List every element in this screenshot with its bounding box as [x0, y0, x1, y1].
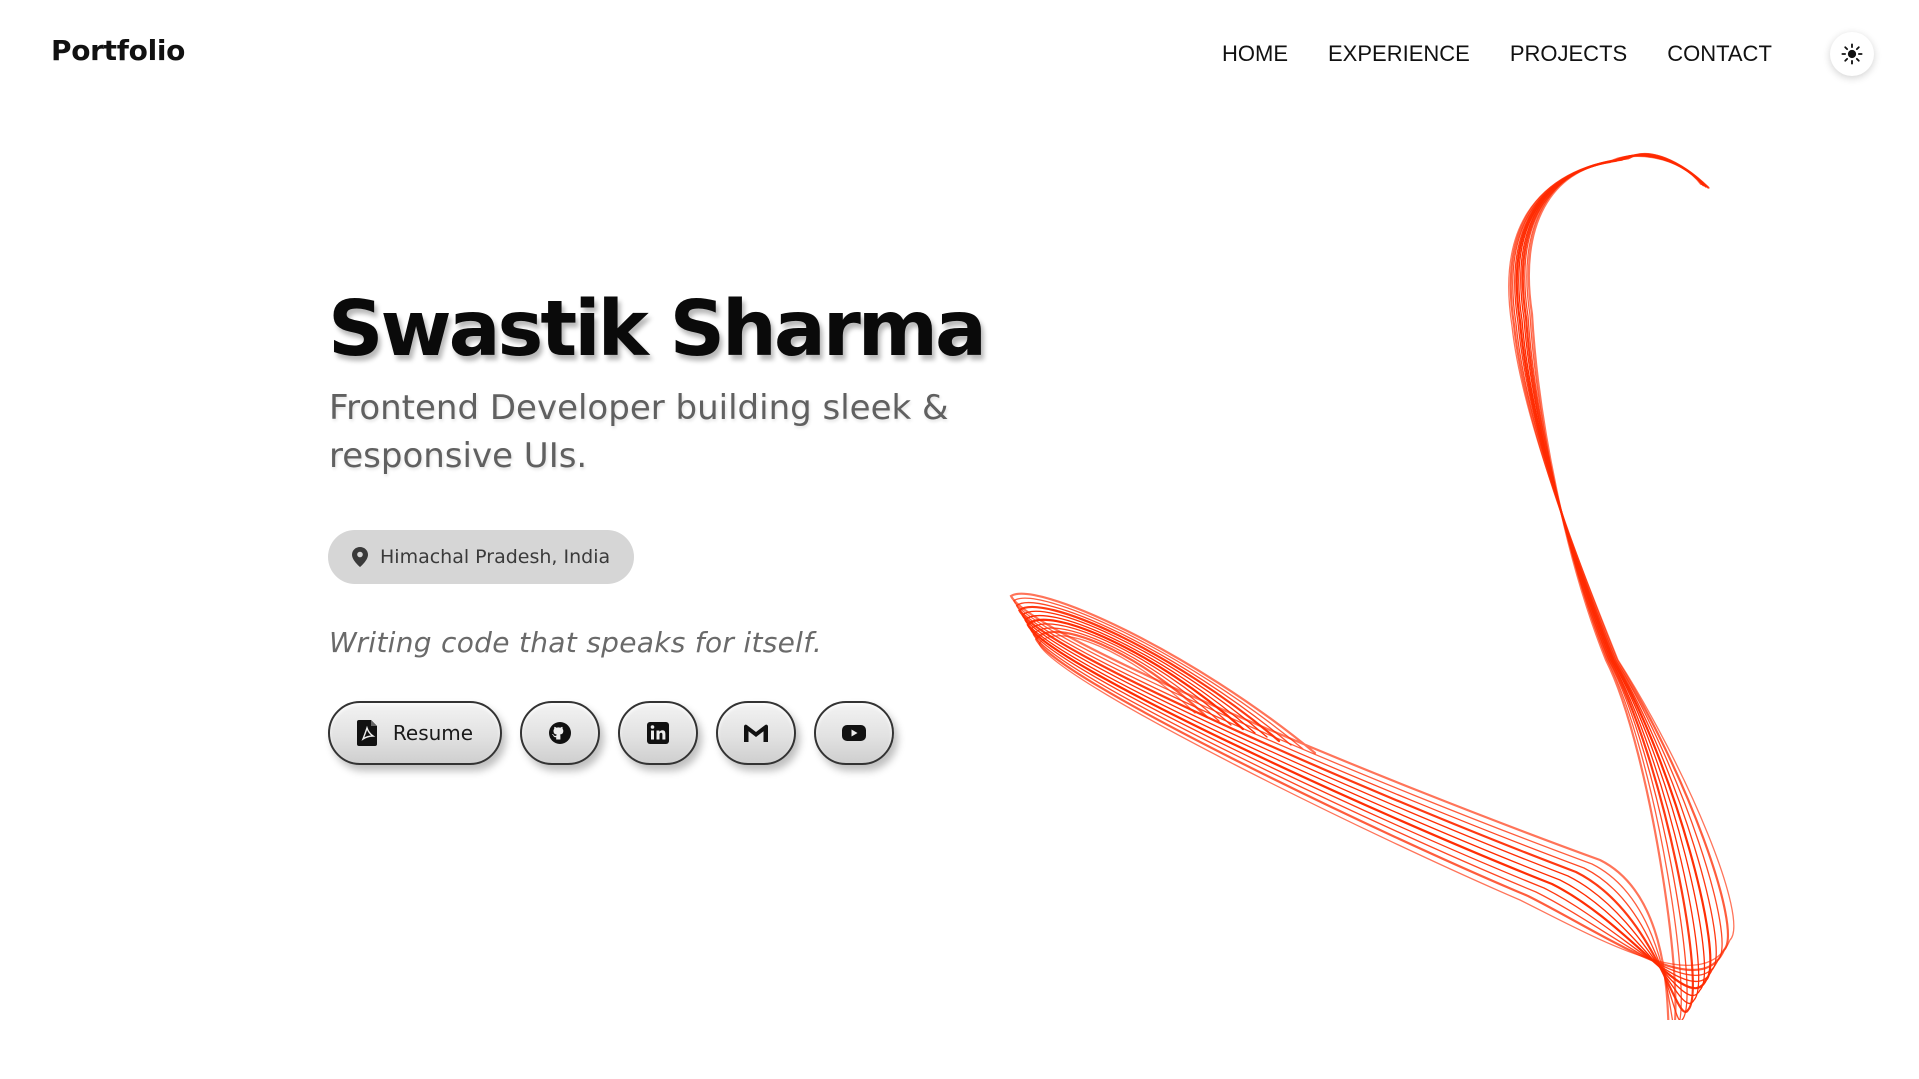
nav-home[interactable]: HOME: [1222, 40, 1288, 68]
ribbon-strand: [1012, 155, 1703, 1020]
github-link[interactable]: [520, 701, 600, 765]
youtube-icon: [842, 725, 866, 741]
map-pin-icon: [352, 547, 368, 567]
portfolio-page: Portfolio HOME EXPERIENCE PROJECTS CONTA…: [0, 0, 1919, 1079]
gmail-icon: [744, 724, 768, 742]
nav-contact[interactable]: CONTACT: [1667, 40, 1772, 68]
resume-button[interactable]: Resume: [328, 701, 502, 765]
sun-icon: [1841, 43, 1863, 65]
linkedin-link[interactable]: [618, 701, 698, 765]
tagline: Writing code that speaks for itself.: [329, 626, 823, 659]
location-badge: Himachal Pradesh, India: [328, 530, 635, 584]
ribbon-strand: [1038, 153, 1735, 967]
gmail-link[interactable]: [716, 701, 796, 765]
ribbon-strand: [1018, 154, 1705, 1013]
youtube-link[interactable]: [814, 701, 894, 765]
pdf-file-icon: [356, 720, 377, 746]
ribbon-strand: [1015, 155, 1704, 1020]
main-nav: HOME EXPERIENCE PROJECTS CONTACT: [1222, 40, 1772, 68]
nav-experience[interactable]: EXPERIENCE: [1328, 40, 1470, 68]
location-text: Himachal Pradesh, India: [380, 546, 611, 568]
ribbon-strand: [1032, 153, 1723, 976]
github-icon: [549, 722, 571, 744]
nav-projects[interactable]: PROJECTS: [1510, 40, 1627, 68]
ribbon-strand: [1026, 153, 1712, 990]
hero-name: Swastik Sharma: [328, 285, 987, 374]
hero-subtitle: Frontend Developer building sleek & resp…: [329, 388, 949, 476]
resume-label: Resume: [392, 721, 474, 745]
brand-logo[interactable]: Portfolio: [51, 34, 185, 67]
ribbon-strand: [1029, 154, 1717, 983]
social-links: Resume: [328, 701, 894, 765]
ribbon-strand: [1009, 154, 1703, 1020]
ribbon-strand: [1024, 154, 1706, 997]
theme-toggle-button[interactable]: [1830, 32, 1874, 76]
ribbon-strand: [1021, 154, 1705, 1004]
red-ribbon-decoration: [1009, 153, 1735, 1020]
ribbon-strand: [1034, 153, 1729, 971]
linkedin-icon: [647, 722, 669, 744]
